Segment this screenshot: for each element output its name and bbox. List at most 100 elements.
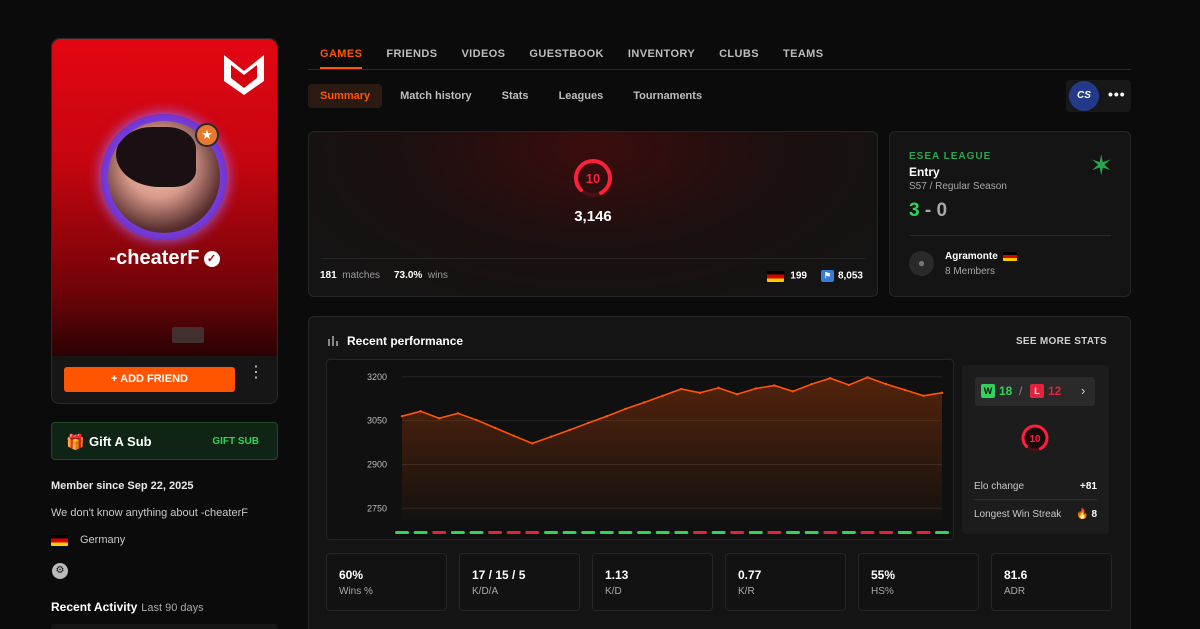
more-options-icon[interactable]: ⋮	[248, 365, 264, 389]
esea-score-separator: -	[924, 200, 932, 221]
elo-point[interactable]	[493, 426, 497, 430]
stat-tile-kr: 0.77 K/R	[725, 553, 846, 611]
tab-teams[interactable]: TEAMS	[771, 40, 836, 69]
match-result-win[interactable]	[711, 531, 726, 534]
elo-point[interactable]	[884, 382, 888, 386]
gift-sub-button[interactable]: GIFT SUB	[212, 436, 259, 447]
region-rank[interactable]: 8,053	[838, 271, 863, 282]
esea-card[interactable]: ESEA LEAGUE Entry S57 / Regular Season 3…	[889, 131, 1131, 297]
match-result-loss[interactable]	[767, 531, 782, 534]
gift-sub-box[interactable]: 🎁 Gift A Sub GIFT SUB	[51, 422, 278, 460]
match-result-win[interactable]	[450, 531, 465, 534]
elo-point[interactable]	[922, 394, 925, 397]
elo-point[interactable]	[624, 407, 627, 411]
match-result-loss[interactable]	[879, 531, 894, 534]
team-name[interactable]: Agramonte	[945, 251, 1017, 262]
match-result-win[interactable]	[544, 531, 558, 534]
subtab-summary[interactable]: Summary	[308, 84, 383, 108]
elo-point[interactable]	[400, 415, 404, 418]
elo-point[interactable]	[829, 377, 832, 380]
elo-point[interactable]	[568, 428, 571, 432]
elo-point[interactable]	[810, 382, 813, 386]
match-result-loss[interactable]	[525, 531, 540, 534]
tab-videos[interactable]: VIDEOS	[449, 40, 517, 69]
elo-divider	[321, 258, 865, 259]
match-result-loss[interactable]	[730, 531, 745, 534]
match-result-loss[interactable]	[432, 531, 447, 534]
match-result-win[interactable]	[804, 531, 819, 534]
profile-card: ★ -cheaterF ✓ + ADD FRIEND ⋮	[51, 38, 278, 404]
elo-point[interactable]	[735, 393, 739, 396]
elo-point[interactable]	[587, 421, 590, 425]
match-result-loss[interactable]	[823, 531, 838, 534]
elo-change-row: Elo change +81	[974, 481, 1097, 492]
elo-point[interactable]	[512, 434, 515, 438]
elo-point[interactable]	[940, 391, 944, 395]
steam-icon[interactable]: ⚙	[52, 563, 68, 579]
match-result-win[interactable]	[581, 531, 596, 534]
match-result-loss[interactable]	[506, 531, 521, 534]
match-result-win[interactable]	[674, 531, 689, 534]
skill-level-text: 10	[586, 171, 600, 186]
elo-point[interactable]	[903, 388, 906, 392]
subtab-tournaments[interactable]: Tournaments	[621, 84, 714, 108]
elo-point[interactable]	[866, 376, 869, 379]
game-menu-icon[interactable]: •••	[1108, 86, 1126, 102]
elo-point[interactable]	[847, 383, 851, 387]
elo-point[interactable]	[661, 394, 664, 397]
elo-point[interactable]	[549, 435, 553, 438]
match-result-win[interactable]	[413, 531, 428, 534]
cs-game-icon[interactable]: CS	[1069, 81, 1099, 111]
elo-point[interactable]	[680, 387, 683, 391]
match-result-win[interactable]	[469, 531, 484, 534]
win-loss-record[interactable]: W 18 / L 12 ›	[975, 377, 1095, 406]
elo-chart-svg: 3200 3050 2900 2750	[367, 372, 949, 534]
match-result-win[interactable]	[599, 531, 614, 534]
match-result-win[interactable]	[637, 531, 652, 534]
match-result-win[interactable]	[655, 531, 670, 534]
esea-logo-icon: ✶	[1089, 150, 1113, 181]
elo-point[interactable]	[456, 412, 460, 415]
tab-inventory[interactable]: INVENTORY	[616, 40, 707, 69]
add-friend-button[interactable]: + ADD FRIEND	[64, 367, 235, 392]
country-label: Germany	[80, 534, 126, 546]
match-result-win[interactable]	[841, 531, 856, 534]
see-more-stats-link[interactable]: SEE MORE STATS	[1016, 336, 1107, 347]
elo-point[interactable]	[605, 415, 609, 418]
match-result-win[interactable]	[786, 531, 800, 534]
elo-point[interactable]	[754, 387, 757, 390]
stat-label: K/R	[738, 586, 755, 597]
rank-badge-icon: ★	[195, 123, 219, 147]
match-result-win[interactable]	[748, 531, 763, 534]
elo-point[interactable]	[531, 442, 534, 445]
match-result-win[interactable]	[562, 531, 577, 534]
elo-point[interactable]	[475, 418, 478, 422]
stat-value: 17 / 15 / 5	[472, 568, 526, 582]
match-result-win[interactable]	[618, 531, 633, 534]
tab-clubs[interactable]: CLUBS	[707, 40, 771, 69]
match-result-win[interactable]	[935, 531, 949, 534]
tab-guestbook[interactable]: GUESTBOOK	[517, 40, 616, 69]
elo-point[interactable]	[773, 384, 776, 387]
subtab-leagues[interactable]: Leagues	[547, 84, 616, 108]
match-result-win[interactable]	[897, 531, 912, 534]
game-selector[interactable]: CS •••	[1066, 80, 1131, 112]
match-result-loss[interactable]	[692, 531, 707, 534]
match-result-loss[interactable]	[916, 531, 931, 534]
match-result-loss[interactable]	[488, 531, 503, 534]
elo-point[interactable]	[791, 390, 795, 393]
elo-point[interactable]	[419, 410, 422, 413]
elo-point[interactable]	[642, 401, 646, 404]
win-loss-separator: /	[1019, 384, 1023, 398]
elo-point[interactable]	[717, 386, 720, 390]
country-rank[interactable]: 199	[790, 271, 807, 282]
tab-friends[interactable]: FRIENDS	[374, 40, 449, 69]
stat-tile-adr: 81.6 ADR	[991, 553, 1112, 611]
match-result-loss[interactable]	[860, 531, 875, 534]
match-result-win[interactable]	[395, 531, 409, 534]
tab-games[interactable]: GAMES	[308, 40, 374, 69]
elo-point[interactable]	[698, 391, 702, 395]
subtab-match-history[interactable]: Match history	[388, 84, 484, 108]
elo-point[interactable]	[438, 417, 441, 420]
subtab-stats[interactable]: Stats	[490, 84, 541, 108]
